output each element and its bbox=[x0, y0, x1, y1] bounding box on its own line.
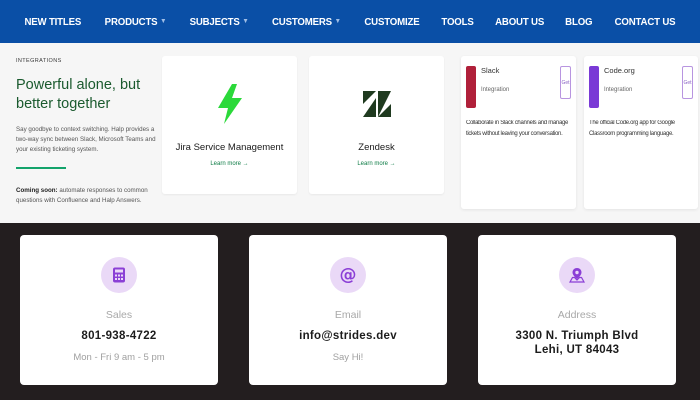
card-heading: Slack Integration bbox=[481, 66, 509, 93]
zendesk-icon bbox=[362, 84, 392, 124]
card-name: Code.org bbox=[604, 66, 635, 75]
street-address: 3300 N. Triumph Blvd Lehi, UT 84043 bbox=[516, 329, 639, 357]
chevron-down-icon: ▼ bbox=[334, 18, 342, 25]
nav-about-us[interactable]: ABOUT US bbox=[487, 16, 553, 28]
section-headline: Powerful alone, but better together bbox=[16, 77, 141, 112]
contact-note: Say Hi! bbox=[332, 352, 364, 363]
address-line-1: 3300 N. Triumph Blvd bbox=[515, 330, 639, 342]
nav-products[interactable]: PRODUCTS ▼ bbox=[96, 16, 174, 28]
business-hours: Mon - Fri 9 am - 5 pm bbox=[73, 352, 165, 363]
learn-more-link[interactable]: Learn more → bbox=[357, 161, 395, 167]
email-address[interactable]: info@strides.dev bbox=[299, 329, 397, 343]
nav-about-us-label: ABOUT US bbox=[494, 15, 544, 28]
card-subtitle: Integration bbox=[481, 87, 510, 93]
nav-customers-label: CUSTOMERS bbox=[272, 15, 333, 28]
top-navigation: NEW TITLES PRODUCTS ▼ SUBJECTS ▼ CUSTOMERS… bbox=[0, 0, 700, 43]
contact-section: Sales 801-938-4722 Mon - Fri 9 am - 5 pm… bbox=[0, 223, 700, 400]
card-header: Code.org Integration Get bbox=[589, 66, 693, 108]
nav-blog-label: BLOG bbox=[565, 15, 593, 28]
section-description: Say goodbye to context switching. Halp p… bbox=[16, 126, 156, 153]
card-description: Collaborate in Slack channels and manage… bbox=[466, 120, 569, 137]
map-pin-icon bbox=[559, 257, 595, 293]
jira-lightning-icon bbox=[215, 84, 245, 124]
integration-card-slack[interactable]: Slack Integration Get Collaborate in Sla… bbox=[461, 56, 576, 209]
chevron-down-icon: ▼ bbox=[242, 18, 249, 25]
contact-card-email: @ Email info@strides.dev Say Hi! bbox=[249, 235, 447, 385]
nav-contact-us[interactable]: CONTACT US bbox=[606, 16, 683, 28]
contact-label: Email bbox=[334, 309, 362, 321]
code-logo-icon bbox=[589, 66, 599, 108]
nav-new-titles-label: NEW TITLES bbox=[24, 15, 82, 28]
card-title: Zendesk bbox=[358, 142, 395, 153]
nav-tools[interactable]: TOOLS bbox=[433, 16, 482, 28]
integrations-section: INTEGRATIONS Powerful alone, but better … bbox=[0, 43, 700, 223]
nav-subjects-label: SUBJECTS bbox=[189, 15, 240, 28]
coming-soon-label: Coming soon: bbox=[16, 187, 58, 194]
card-name: Slack bbox=[481, 66, 500, 75]
at-sign-icon: @ bbox=[330, 257, 366, 293]
nav-blog[interactable]: BLOG bbox=[557, 16, 601, 28]
calculator-icon bbox=[101, 257, 137, 293]
nav-customers[interactable]: CUSTOMERS ▼ bbox=[264, 16, 349, 28]
nav-customize-label: CUSTOMIZE bbox=[364, 15, 420, 28]
slack-logo-icon bbox=[466, 66, 476, 108]
nav-subjects[interactable]: SUBJECTS ▼ bbox=[181, 16, 257, 28]
contact-label: Sales bbox=[105, 309, 133, 321]
get-button[interactable]: Get bbox=[560, 66, 571, 99]
nav-contact-us-label: CONTACT US bbox=[614, 15, 676, 28]
card-header: Slack Integration Get bbox=[466, 66, 571, 108]
coming-soon-note: Coming soon: automate responses to commo… bbox=[16, 186, 156, 206]
phone-number[interactable]: 801-938-4722 bbox=[81, 329, 156, 343]
divider bbox=[16, 167, 66, 169]
card-heading: Code.org Integration bbox=[604, 66, 635, 93]
contact-card-address: Address 3300 N. Triumph Blvd Lehi, UT 84… bbox=[478, 235, 676, 385]
nav-tools-label: TOOLS bbox=[441, 15, 474, 28]
card-description: The official Code.org app for Google Cla… bbox=[589, 120, 675, 137]
integrations-intro: INTEGRATIONS Powerful alone, but better … bbox=[16, 58, 156, 206]
card-subtitle: Integration bbox=[604, 87, 633, 93]
card-title: Jira Service Management bbox=[175, 142, 284, 153]
integration-card-zendesk[interactable]: Zendesk Learn more → bbox=[309, 56, 444, 194]
get-button[interactable]: Get bbox=[682, 66, 693, 99]
nav-new-titles[interactable]: NEW TITLES bbox=[17, 16, 90, 28]
address-line-2: Lehi, UT 84043 bbox=[534, 344, 620, 356]
contact-card-sales: Sales 801-938-4722 Mon - Fri 9 am - 5 pm bbox=[20, 235, 218, 385]
nav-products-label: PRODUCTS bbox=[104, 15, 158, 28]
integration-card-code[interactable]: Code.org Integration Get The official Co… bbox=[584, 56, 698, 209]
chevron-down-icon: ▼ bbox=[160, 18, 167, 25]
learn-more-link[interactable]: Learn more → bbox=[210, 161, 248, 167]
integration-card-jira[interactable]: Jira Service Management Learn more → bbox=[162, 56, 297, 194]
contact-label: Address bbox=[557, 309, 597, 321]
section-eyebrow: INTEGRATIONS bbox=[16, 58, 62, 64]
nav-customize[interactable]: CUSTOMIZE bbox=[356, 16, 428, 28]
